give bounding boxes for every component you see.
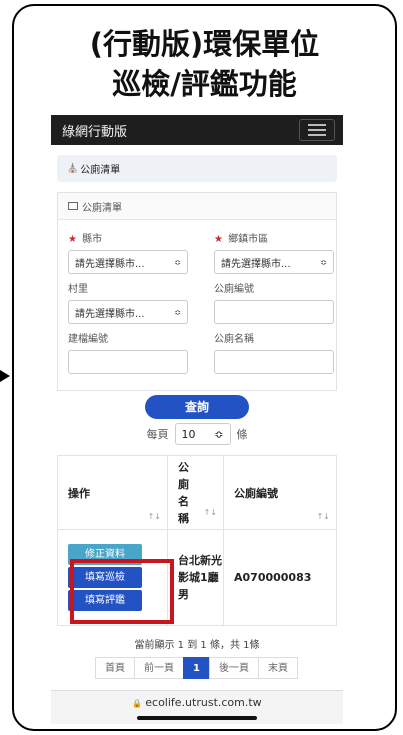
page-size-suffix: 條 <box>236 428 248 441</box>
search-row: 查詢 <box>51 395 343 419</box>
village-label: 村里 <box>68 284 88 295</box>
county-select-value: 請先選擇縣市... <box>75 258 145 270</box>
pager-prev[interactable]: 前一頁 <box>134 657 185 679</box>
county-select[interactable]: 請先選擇縣市... ≎ <box>68 250 188 274</box>
toilet-no-label: 公廁編號 <box>214 284 254 295</box>
building-no-input[interactable] <box>68 350 188 374</box>
panel-header: 公廁清單 <box>58 193 336 220</box>
panel-title: 公廁清單 <box>82 202 122 214</box>
page-size-prefix: 每頁 <box>146 428 169 441</box>
col-header-code[interactable]: 公廁編號 ↑↓ <box>223 455 337 530</box>
heading-line-1: (行動版)環保單位 <box>89 27 320 61</box>
sort-icon[interactable]: ↑↓ <box>317 512 330 521</box>
building-no-label: 建檔編號 <box>68 334 108 345</box>
pagination: 首頁 前一頁 1 後一頁 末頁 <box>51 657 343 679</box>
select-chevron-icon: ≎ <box>214 427 224 441</box>
select-chevron-icon: ≎ <box>320 257 327 267</box>
url-text: ecolife.utrust.com.tw <box>145 696 262 709</box>
col-header-name[interactable]: 公廁名稱 ↑↓ <box>167 455 224 530</box>
village-select[interactable]: 請先選擇縣市... ≎ <box>68 300 188 324</box>
page-size-control: 每頁 10 ≎ 條 <box>51 423 343 445</box>
township-select-value: 請先選擇縣市... <box>221 258 291 270</box>
filter-panel: 公廁清單 ★ 縣市 請先選擇縣市... ≎ ★ 鄉鎮市區 請先選擇縣市... ≎… <box>57 192 337 391</box>
pager-first[interactable]: 首頁 <box>95 657 136 679</box>
home-icon[interactable]: ⛪ <box>67 164 78 174</box>
navbar-brand[interactable]: 綠網行動版 <box>62 121 127 140</box>
county-field: ★ 縣市 請先選擇縣市... ≎ <box>68 228 188 278</box>
toilet-no-input[interactable] <box>214 300 334 324</box>
page-size-value: 10 <box>181 427 196 441</box>
filter-form: ★ 縣市 請先選擇縣市... ≎ ★ 鄉鎮市區 請先選擇縣市... ≎ 村里 請… <box>58 220 336 390</box>
required-icon: ★ <box>68 234 77 245</box>
lock-icon: 🔒 <box>132 699 143 708</box>
table-summary: 當前顯示 1 到 1 條，共 1條 <box>134 640 260 651</box>
toilet-name-label: 公廁名稱 <box>214 334 254 345</box>
home-indicator <box>137 716 257 720</box>
village-field: 村里 請先選擇縣市... ≎ <box>68 278 188 328</box>
slide-heading: (行動版)環保單位 巡檢/評鑑功能 <box>14 24 395 104</box>
url-display: 🔒 ecolife.utrust.com.tw <box>51 694 343 713</box>
village-select-value: 請先選擇縣市... <box>75 308 145 320</box>
toilet-name-cell: 台北新光影城1廳男 <box>167 529 224 626</box>
township-label: ★ 鄉鎮市區 <box>214 234 269 245</box>
required-icon: ★ <box>214 234 223 245</box>
sort-icon[interactable]: ↑↓ <box>204 504 217 521</box>
hamburger-icon[interactable] <box>299 119 335 141</box>
highlight-box <box>70 559 174 624</box>
select-chevron-icon: ≎ <box>174 307 181 317</box>
col-header-actions[interactable]: 操作 ↑↓ <box>57 455 168 530</box>
grid-icon <box>68 202 78 210</box>
page-size-select[interactable]: 10 ≎ <box>174 423 231 445</box>
township-field: ★ 鄉鎮市區 請先選擇縣市... ≎ <box>214 228 334 278</box>
breadcrumb: ⛪ 公廁清單 <box>57 155 337 182</box>
pointer-arrow-icon <box>0 370 10 382</box>
table-header-row: 操作 ↑↓ 公廁名稱 ↑↓ 公廁編號 ↑↓ <box>57 455 337 530</box>
pager-current[interactable]: 1 <box>183 657 210 679</box>
toilet-name-input[interactable] <box>214 350 334 374</box>
select-chevron-icon: ≎ <box>174 257 181 267</box>
heading-line-2: 巡檢/評鑑功能 <box>112 67 297 101</box>
navbar: 綠網行動版 <box>51 115 343 145</box>
pager-next[interactable]: 後一頁 <box>208 657 259 679</box>
building-no-field: 建檔編號 <box>68 328 188 378</box>
search-button[interactable]: 查詢 <box>145 395 249 419</box>
browser-url-bar[interactable]: 🔒 ecolife.utrust.com.tw <box>51 690 343 724</box>
toilet-code-cell: A070000083 <box>223 529 337 626</box>
pager-last[interactable]: 末頁 <box>257 657 298 679</box>
township-select[interactable]: 請先選擇縣市... ≎ <box>214 250 334 274</box>
sort-icon[interactable]: ↑↓ <box>148 512 161 521</box>
toilet-name-field: 公廁名稱 <box>214 328 334 378</box>
toilet-no-field: 公廁編號 <box>214 278 334 328</box>
breadcrumb-label[interactable]: 公廁清單 <box>80 161 120 176</box>
county-label: ★ 縣市 <box>68 234 103 245</box>
